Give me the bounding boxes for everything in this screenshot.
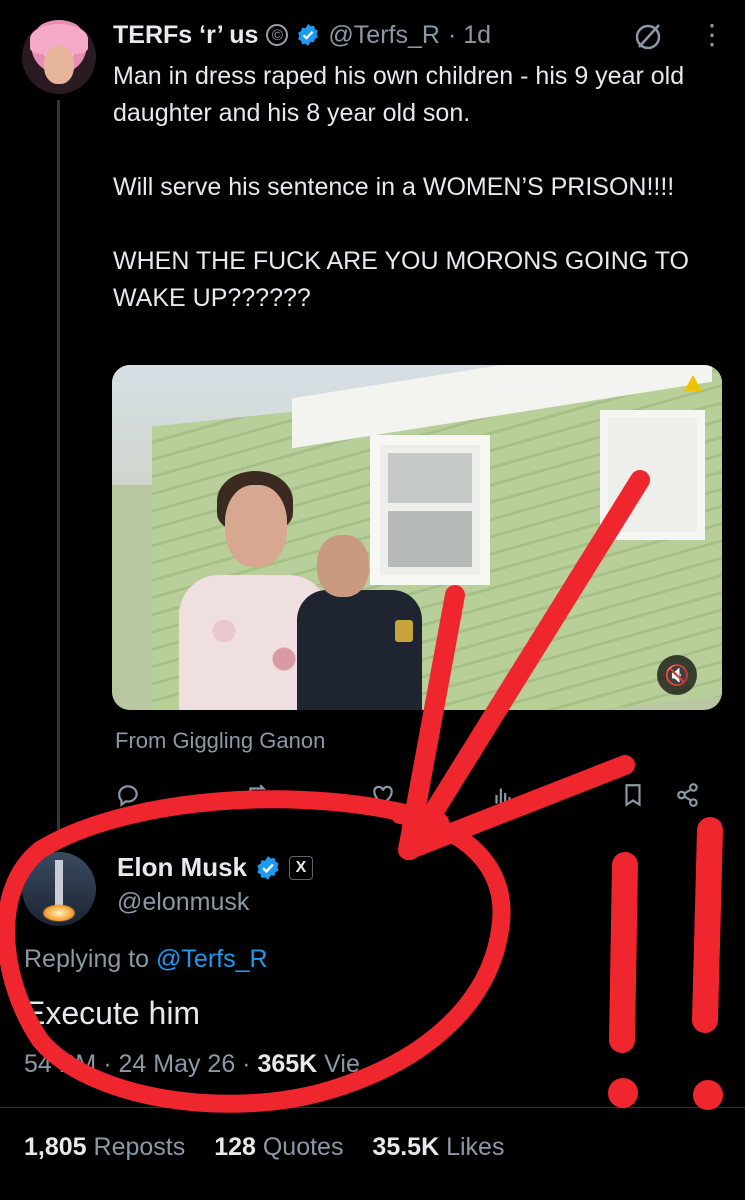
red-exclamation-bar <box>692 817 723 1033</box>
tweet-text-line: Will serve his sentence in a WOMEN’S PRI… <box>113 173 675 201</box>
display-name[interactable]: Elon Musk <box>117 852 247 883</box>
mute-circle-icon[interactable] <box>633 22 663 52</box>
copyright-icon: © <box>266 24 289 46</box>
likes-count: 35.5K <box>372 1133 440 1161</box>
quotes-count: 128 <box>214 1133 256 1161</box>
divider <box>0 1107 745 1108</box>
likes-stat[interactable]: 35.5K Likes <box>372 1133 504 1161</box>
engagement-stats: 1,805 Reposts 128 Quotes 35.5K Likes <box>24 1133 526 1162</box>
avatar[interactable] <box>22 20 96 94</box>
video-device-line: AXON BODY 3 X60A0083S <box>497 382 647 395</box>
share-button[interactable] <box>675 778 701 812</box>
display-name[interactable]: TERFs ‘r’ us <box>113 21 258 50</box>
reposts-count: 1,805 <box>24 1133 87 1161</box>
reply-icon <box>118 785 138 808</box>
speaker-mute-icon[interactable]: 🔇 <box>657 655 697 695</box>
video-window <box>600 410 705 540</box>
avatar-flame <box>42 904 76 922</box>
red-exclamation-dot <box>693 1080 723 1110</box>
video-officer <box>297 535 422 710</box>
quotes-label: Quotes <box>262 1133 344 1161</box>
views-button[interactable] <box>490 778 516 812</box>
video-source[interactable]: From Giggling Ganon <box>115 728 325 754</box>
timestamp[interactable]: · 1d <box>448 21 491 50</box>
warning-icon <box>684 375 702 391</box>
bookmark-button[interactable] <box>620 778 646 812</box>
share-icon <box>677 783 698 807</box>
tweet-meta: 54 PM · 24 May 26 · 365K Vie <box>24 1050 360 1078</box>
tweet-actions <box>115 778 715 812</box>
red-exclamation-bar <box>609 852 638 1053</box>
red-exclamation-dot <box>608 1078 638 1108</box>
replying-to: Replying to @Terfs_R <box>24 945 268 974</box>
tweet-text: Man in dress raped his own children - hi… <box>113 58 723 317</box>
repost-button[interactable] <box>245 778 271 812</box>
avatar[interactable] <box>22 852 96 926</box>
x-affiliate-badge-icon[interactable]: X <box>289 855 314 880</box>
thread-connector-line <box>57 100 60 830</box>
likes-label: Likes <box>446 1133 505 1161</box>
verified-badge-icon <box>298 24 319 46</box>
handle[interactable]: @Terfs_R <box>328 21 440 50</box>
tweet-text-line: WHEN THE FUCK ARE YOU MORONS GOING TO WA… <box>113 247 696 312</box>
video-timestamp: 2023-04-12 20:26:40 +0000 AXON BODY 3 X6… <box>497 371 675 395</box>
views-label: Vie <box>324 1050 360 1078</box>
tweet-text-line: Man in dress raped his own children - hi… <box>113 62 692 127</box>
handle[interactable]: @elonmusk <box>117 888 249 917</box>
avatar-face <box>44 46 74 84</box>
tweet-date[interactable]: 24 May 26 <box>118 1050 235 1078</box>
tweet-text: Execute him <box>24 995 201 1031</box>
reply-button[interactable] <box>115 778 141 812</box>
views-count: 365K <box>257 1050 318 1078</box>
video-player[interactable]: 2023-04-12 20:26:40 +0000 AXON BODY 3 X6… <box>112 365 722 710</box>
bar-chart-icon <box>495 788 511 804</box>
tweet-time[interactable]: 54 PM <box>24 1050 96 1078</box>
heart-icon <box>373 785 393 805</box>
quotes-stat[interactable]: 128 Quotes <box>214 1133 343 1161</box>
more-icon[interactable]: ⋮ <box>698 21 726 52</box>
repost-icon <box>249 784 267 806</box>
verified-badge-icon <box>257 855 279 880</box>
author-header: Elon Musk X <box>117 852 314 883</box>
reposts-label: Reposts <box>93 1133 186 1161</box>
like-button[interactable] <box>370 778 396 812</box>
replying-prefix: Replying to <box>24 945 157 973</box>
tweet-header: TERFs ‘r’ us © @Terfs_R · 1d <box>113 18 491 52</box>
bookmark-icon <box>625 784 641 807</box>
mention-link[interactable]: @Terfs_R <box>156 945 268 973</box>
reposts-stat[interactable]: 1,805 Reposts <box>24 1133 185 1161</box>
